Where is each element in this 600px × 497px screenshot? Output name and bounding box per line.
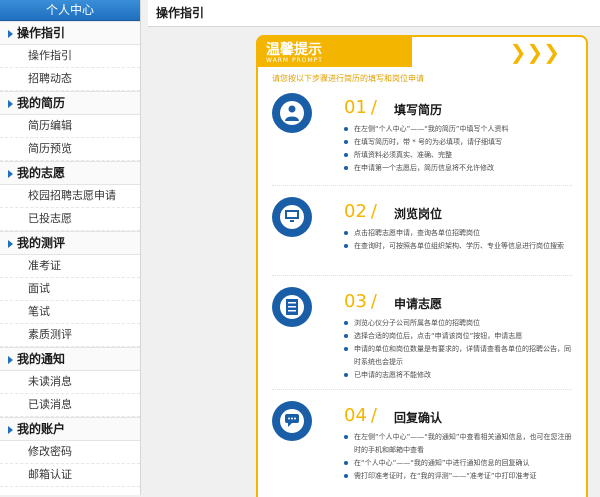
step-lines: 点击招聘志愿申请，查询各单位招聘岗位 在查询时，可按照各单位组织架构、学历、专业… <box>344 227 574 253</box>
sidebar: 个人中心 操作指引 操作指引 招聘动态 我的简历 简历编辑 简历预览 我的志愿 … <box>0 0 141 495</box>
sidebar-section-wish[interactable]: 我的志愿 <box>0 161 140 185</box>
triangle-right-icon <box>8 239 13 248</box>
sidebar-item-read[interactable]: 已读消息 <box>0 394 140 417</box>
sidebar-section-label: 我的账户 <box>17 422 66 436</box>
step-line: 在左侧“个人中心”——“我的简历”中填写个人资料 <box>344 123 574 136</box>
sidebar-item-written-test[interactable]: 笔试 <box>0 301 140 324</box>
sidebar-item-resume-preview[interactable]: 简历预览 <box>0 138 140 161</box>
sidebar-item-recruit-news[interactable]: 招聘动态 <box>0 68 140 91</box>
sidebar-section-label: 我的通知 <box>17 352 66 366</box>
sidebar-section-guide[interactable]: 操作指引 <box>0 21 140 45</box>
triangle-right-icon <box>8 99 13 108</box>
step-lines: 在左侧“个人中心”——“我的简历”中填写个人资料 在填写简历时，带 * 号的为必… <box>344 123 574 175</box>
main-header: 操作指引 <box>148 0 600 27</box>
step-title: 回复确认 <box>394 411 443 425</box>
step-line: 选择合适的岗位后，点击“申请该岗位”按钮，申请志愿 <box>344 330 574 343</box>
sidebar-item-interview[interactable]: 面试 <box>0 278 140 301</box>
sidebar-item-admission-ticket[interactable]: 准考证 <box>0 255 140 278</box>
step-line: 在“个人中心”——“我的通知”中进行通知信息的回复确认 <box>344 457 574 470</box>
divider <box>272 275 572 276</box>
chat-icon <box>272 401 312 441</box>
sidebar-section-account[interactable]: 我的账户 <box>0 417 140 441</box>
step-line: 所填资料必须真实、准确、完整 <box>344 149 574 162</box>
panel-header: 温馨提示 WARM PROMPT <box>256 35 412 67</box>
sidebar-title: 个人中心 <box>0 0 140 21</box>
divider <box>272 389 572 390</box>
guide-panel: 温馨提示 WARM PROMPT ❯❯❯ 请您按以下步骤进行简历的填写和岗位申请… <box>256 35 588 497</box>
step-number-text: 01 <box>344 97 367 118</box>
step-line: 申请的单位和岗位数量是有要求的，详情请查看各单位的招聘公告，同时系统也会提示 <box>344 343 574 369</box>
sidebar-section-notice[interactable]: 我的通知 <box>0 347 140 371</box>
monitor-icon <box>272 197 312 237</box>
step-title: 填写简历 <box>394 103 443 117</box>
step-number-text: 04 <box>344 405 367 426</box>
step-number: 03/ <box>344 291 377 312</box>
sidebar-item-email-verify[interactable]: 邮箱认证 <box>0 464 140 487</box>
step-line: 在申请第一个志愿后，简历信息将不允许修改 <box>344 162 574 175</box>
person-icon <box>272 93 312 133</box>
sidebar-item-resume-edit[interactable]: 简历编辑 <box>0 115 140 138</box>
sidebar-item-quality-test[interactable]: 素质测评 <box>0 324 140 347</box>
step-lines: 在左侧“个人中心”——“我的通知”中查看相关通知信息，也可在您注册时的手机和邮箱… <box>344 431 574 483</box>
step-line: 已申请的志愿将不能修改 <box>344 369 574 382</box>
step-title: 申请志愿 <box>394 297 443 311</box>
triangle-right-icon <box>8 169 13 178</box>
sidebar-section-label: 操作指引 <box>17 26 66 40</box>
triangle-right-icon <box>8 29 13 38</box>
step-line: 在左侧“个人中心”——“我的通知”中查看相关通知信息，也可在您注册时的手机和邮箱… <box>344 431 574 457</box>
panel-title-en: WARM PROMPT <box>266 57 323 64</box>
step-number-text: 03 <box>344 291 367 312</box>
sidebar-section-resume[interactable]: 我的简历 <box>0 91 140 115</box>
step-number: 02/ <box>344 201 377 222</box>
step-line: 点击招聘志愿申请，查询各单位招聘岗位 <box>344 227 574 240</box>
step-lines: 浏览心仪分子公司所属各单位的招聘岗位 选择合适的岗位后，点击“申请该岗位”按钮，… <box>344 317 574 382</box>
step-number: 01/ <box>344 97 377 118</box>
panel-title: 温馨提示 <box>266 42 322 58</box>
sidebar-item-submitted[interactable]: 已投志愿 <box>0 208 140 231</box>
page-title: 操作指引 <box>156 6 205 20</box>
document-icon <box>272 287 312 327</box>
sidebar-item-unread[interactable]: 未读消息 <box>0 371 140 394</box>
sidebar-item-change-password[interactable]: 修改密码 <box>0 441 140 464</box>
sidebar-section-label: 我的简历 <box>17 96 66 110</box>
sidebar-section-label: 我的志愿 <box>17 166 66 180</box>
step-line: 在填写简历时，带 * 号的为必填项，请仔细填写 <box>344 136 574 149</box>
sidebar-section-label: 我的测评 <box>17 236 66 250</box>
step-line: 在查询时，可按照各单位组织架构、学历、专业等信息进行岗位搜索 <box>344 240 574 253</box>
step-number-text: 02 <box>344 201 367 222</box>
sidebar-item-campus-apply[interactable]: 校园招聘志愿申请 <box>0 185 140 208</box>
chevrons-right-icon: ❯❯❯ <box>509 40 560 64</box>
step-title: 浏览岗位 <box>394 207 443 221</box>
triangle-right-icon <box>8 425 13 434</box>
step-line: 需打印准考证时，在“我的评测”——“准考证”中打印准考证 <box>344 470 574 483</box>
sidebar-section-test[interactable]: 我的测评 <box>0 231 140 255</box>
divider <box>272 185 572 186</box>
step-line: 浏览心仪分子公司所属各单位的招聘岗位 <box>344 317 574 330</box>
step-number: 04/ <box>344 405 377 426</box>
sidebar-item-guide[interactable]: 操作指引 <box>0 45 140 68</box>
triangle-right-icon <box>8 355 13 364</box>
panel-subtitle: 请您按以下步骤进行简历的填写和岗位申请 <box>272 74 424 83</box>
